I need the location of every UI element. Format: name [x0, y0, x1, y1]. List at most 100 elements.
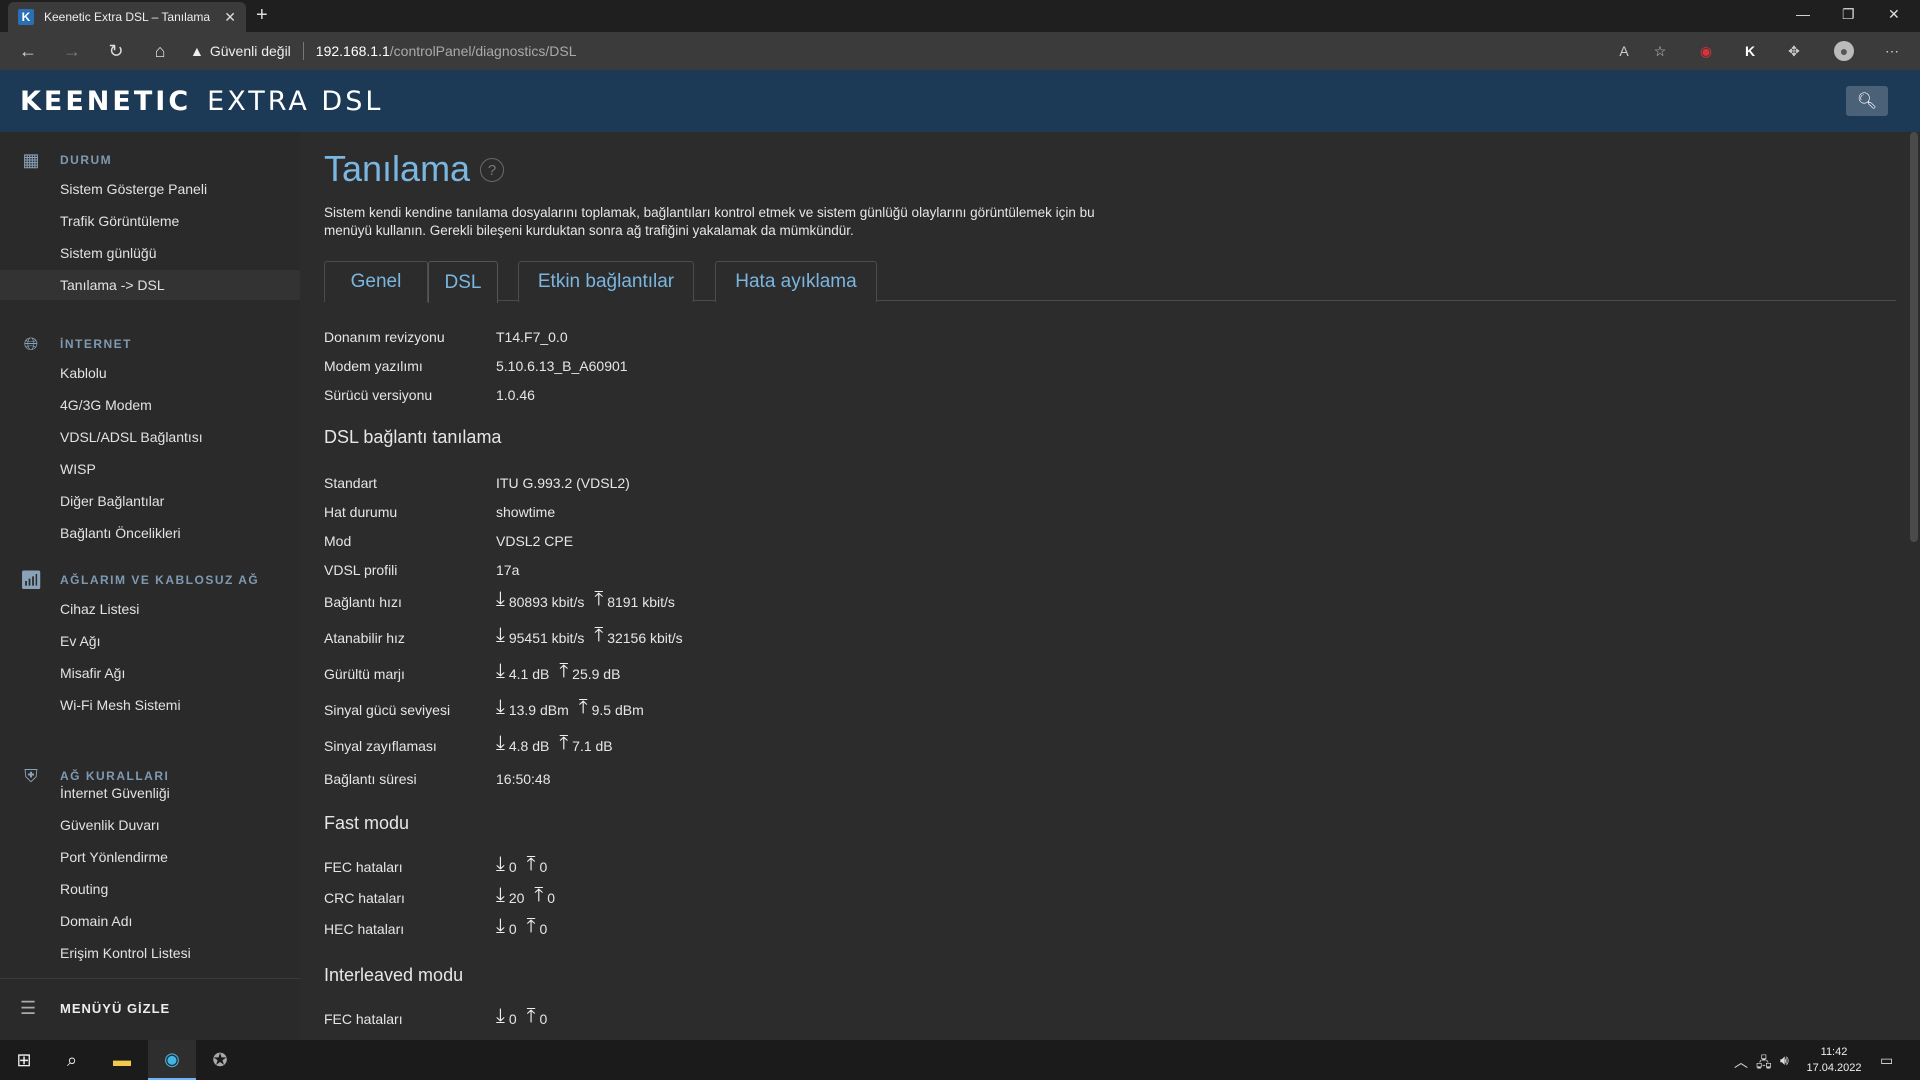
notifications-icon[interactable]: ▭: [1880, 1052, 1893, 1069]
info-row: Modem yazılımı 5.10.6.13_B_A60901: [324, 356, 628, 376]
sidebar-item-modem[interactable]: 4G/3G Modem: [0, 390, 300, 420]
upstream-value: 0: [539, 1011, 548, 1027]
tray-chevron-icon[interactable]: ︿: [1734, 1052, 1748, 1072]
brand-logo[interactable]: KEENETIC EXTRA DSL: [20, 86, 383, 117]
clock-time: 11:42: [1820, 1046, 1848, 1058]
address-bar[interactable]: ▲ Güvenli değil 192.168.1.1/controlPanel…: [190, 37, 1680, 65]
sidebar-item-home-network[interactable]: Ev Ağı: [0, 626, 300, 656]
tab-dsl[interactable]: DSL: [428, 261, 498, 303]
sidebar-item-access-control[interactable]: Erişim Kontrol Listesi: [0, 938, 300, 968]
restore-icon[interactable]: ❐: [1842, 6, 1855, 23]
sidebar-item-wifi-mesh[interactable]: Wi-Fi Mesh Sistemi: [0, 690, 300, 720]
insecure-label: Güvenli değil: [209, 43, 291, 59]
row-label: Mod: [324, 533, 352, 549]
upload-arrow-icon: ⤒: [526, 1005, 536, 1027]
home-icon[interactable]: ⌂: [146, 38, 174, 64]
sidebar-item-guest-network[interactable]: Misafir Ağı: [0, 658, 300, 688]
app-header: KEENETIC EXTRA DSL 🔍︎: [0, 70, 1920, 132]
upstream-value: 25.9 dB: [572, 666, 621, 682]
info-row: VDSL profili 17a: [324, 560, 519, 580]
download-arrow-icon: ⤓: [496, 696, 505, 718]
upstream-value: 32156 kbit/s: [607, 630, 683, 646]
warning-icon: ▲: [190, 43, 204, 59]
clock-date: 17.04.2022: [1806, 1062, 1862, 1074]
row-value: 1.0.46: [496, 387, 535, 403]
search-button[interactable]: 🔍︎: [1846, 86, 1888, 116]
sidebar-item-traffic[interactable]: Trafik Görüntüleme: [0, 206, 300, 236]
help-icon[interactable]: ?: [480, 158, 504, 182]
new-tab-button[interactable]: +: [256, 4, 268, 27]
hide-menu-button[interactable]: ☰ MENÜYÜ GİZLE: [0, 988, 300, 1028]
sidebar-item-system-log[interactable]: Sistem günlüğü: [0, 238, 300, 268]
row-value: 16:50:48: [496, 771, 551, 787]
info-row: HEC hataları ⤓ 0 ⤒ 0: [324, 916, 547, 939]
row-label: Bağlantı süresi: [324, 771, 417, 787]
sidebar-item-port-forwarding[interactable]: Port Yönlendirme: [0, 842, 300, 872]
dashboard-icon: ▦: [22, 149, 40, 170]
row-value: 5.10.6.13_B_A60901: [496, 358, 628, 374]
row-label: HEC hataları: [324, 921, 405, 937]
minimize-icon[interactable]: —: [1796, 6, 1810, 22]
sidebar-item-device-list[interactable]: Cihaz Listesi: [0, 594, 300, 624]
sidebar-item-domain-name[interactable]: Domain Adı: [0, 906, 300, 936]
info-row: Hat durumu showtime: [324, 502, 555, 522]
row-label: Sinyal zayıflaması: [324, 738, 437, 754]
read-aloud-icon[interactable]: A: [1614, 41, 1634, 61]
downstream-value: 0: [508, 859, 517, 875]
windows-start-icon[interactable]: ⊞: [0, 1040, 48, 1080]
sidebar-item-other-connections[interactable]: Diğer Bağlantılar: [0, 486, 300, 516]
address-separator: [302, 42, 304, 60]
volume-icon[interactable]: 🔊︎: [1780, 1052, 1789, 1069]
app-pinned-icon[interactable]: ✪: [196, 1040, 244, 1080]
upstream-value: 7.1 dB: [572, 738, 613, 754]
upload-arrow-icon: ⤒: [534, 884, 544, 906]
profile-avatar-icon[interactable]: ●: [1834, 41, 1854, 61]
fast-mode-heading: Fast modu: [324, 813, 410, 833]
sidebar-item-system-dashboard[interactable]: Sistem Gösterge Paneli: [0, 174, 300, 204]
downstream-value: 80893 kbit/s: [508, 594, 585, 610]
dsl-diagnostics-heading: DSL bağlantı tanılama: [324, 427, 502, 447]
sidebar-item-connection-priorities[interactable]: Bağlantı Öncelikleri: [0, 518, 300, 548]
file-explorer-icon[interactable]: ▬: [98, 1040, 146, 1080]
tab-general[interactable]: Genel: [324, 261, 428, 302]
tab-close-icon[interactable]: ✕: [224, 9, 236, 26]
sidebar-section-title: DURUM: [60, 153, 113, 167]
sidebar-item-diagnostics-dsl[interactable]: Tanılama -> DSL: [0, 270, 300, 300]
row-value: ITU G.993.2 (VDSL2): [496, 475, 630, 491]
network-icon[interactable]: 🖧︎: [1756, 1052, 1772, 1076]
browser-tab[interactable]: K Keenetic Extra DSL – Tanılama ✕: [8, 2, 246, 32]
url-path: /controlPanel/diagnostics/DSL: [389, 43, 577, 59]
sidebar-item-wisp[interactable]: WISP: [0, 454, 300, 484]
search-icon[interactable]: ⌕: [48, 1040, 96, 1080]
upload-arrow-icon: ⤒: [594, 624, 604, 646]
row-label: Donanım revizyonu: [324, 329, 445, 345]
ublock-extension-icon[interactable]: ◉: [1696, 41, 1716, 61]
more-menu-icon[interactable]: ⋯: [1882, 41, 1902, 61]
window-close-icon[interactable]: ✕: [1888, 6, 1900, 23]
sidebar-item-firewall[interactable]: Güvenlik Duvarı: [0, 810, 300, 840]
forward-icon[interactable]: →: [58, 38, 86, 64]
favorites-icon[interactable]: ☆: [1650, 41, 1670, 61]
sidebar-item-vdsl[interactable]: VDSL/ADSL Bağlantısı: [0, 422, 300, 452]
keenetic-extension-icon[interactable]: K: [1740, 41, 1760, 61]
upstream-value: 9.5 dBm: [591, 702, 644, 718]
tab-debug[interactable]: Hata ayıklama: [715, 261, 877, 302]
extensions-icon[interactable]: ✥: [1784, 41, 1804, 61]
info-row: Bağlantı süresi 16:50:48: [324, 769, 551, 789]
brand-name: KEENETIC: [20, 86, 192, 117]
download-arrow-icon: ⤓: [496, 853, 505, 875]
back-icon[interactable]: ←: [14, 38, 42, 64]
page-scrollbar[interactable]: [1910, 132, 1918, 542]
refresh-icon[interactable]: ↻: [102, 38, 130, 64]
info-row: Sürücü versiyonu 1.0.46: [324, 385, 535, 405]
tab-active-connections[interactable]: Etkin bağlantılar: [518, 261, 694, 302]
row-value: T14.F7_0.0: [496, 329, 568, 345]
sidebar-item-internet-security[interactable]: İnternet Güvenliği: [0, 778, 300, 808]
info-row: Bağlantı hızı ⤓ 80893 kbit/s ⤒ 8191 kbit/s: [324, 589, 675, 612]
upload-arrow-icon: ⤒: [578, 696, 588, 718]
edge-browser-icon[interactable]: ◉: [148, 1040, 196, 1080]
upstream-value: 0: [547, 890, 556, 906]
sidebar-item-wired[interactable]: Kablolu: [0, 358, 300, 388]
sidebar-item-routing[interactable]: Routing: [0, 874, 300, 904]
taskbar-clock[interactable]: 11:42 17.04.2022: [1806, 1044, 1862, 1076]
